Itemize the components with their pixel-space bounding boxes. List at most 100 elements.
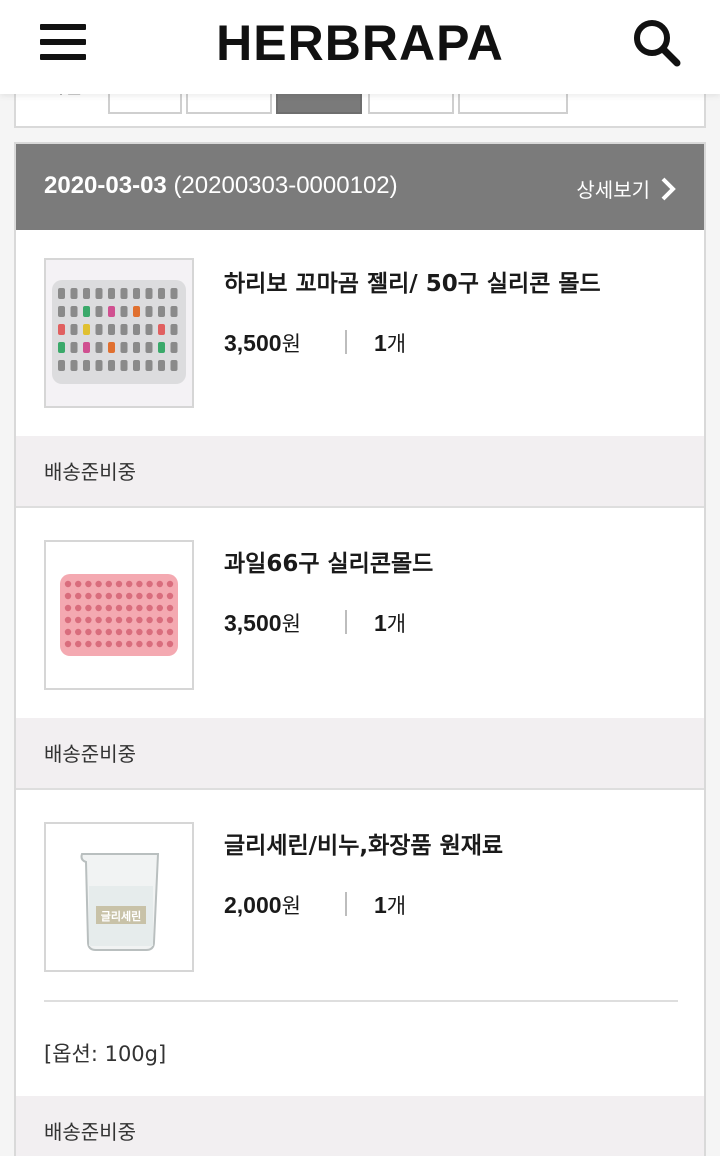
search-icon[interactable]: [630, 16, 684, 70]
fruit-cavity: [64, 640, 72, 648]
bear-cavity: [95, 342, 103, 353]
bear-cavity: [108, 306, 115, 317]
fruit-cavity: [136, 616, 143, 624]
bear-cavity: [120, 324, 128, 335]
bear-cavity: [83, 342, 90, 353]
order-header: 2020-03-03 (20200303-0000102) 상세보기: [16, 144, 704, 230]
bear-cavity: [120, 360, 128, 371]
fruit-cavity: [136, 640, 143, 648]
fruit-cavity: [146, 616, 153, 624]
fruit-cavity: [85, 628, 92, 636]
order-number: (20200303-0000102): [173, 172, 398, 199]
fruit-cavity: [75, 580, 82, 588]
product-name[interactable]: 하리보 꼬마곰 젤리/ 50구 실리콘 몰드: [224, 264, 601, 298]
bear-cavity: [95, 324, 103, 335]
product-qty: 1개: [374, 610, 407, 636]
fruit-cavity: [136, 580, 143, 588]
fruit-cavity: [85, 604, 92, 612]
order-detail-button[interactable]: 상세보기: [576, 174, 676, 203]
bear-cavity: [83, 306, 90, 317]
fruit-cavity: [136, 604, 143, 612]
bear-cavity: [158, 342, 165, 353]
bear-cavity: [158, 360, 165, 371]
delivery-status: 배송준비중: [16, 436, 704, 508]
fruit-cavity: [115, 604, 123, 612]
bear-cavity: [70, 324, 78, 335]
fruit-cavity: [115, 640, 123, 648]
product-price: 3,500원: [224, 330, 301, 356]
bear-cavity: [158, 306, 165, 317]
fruit-cavity: [64, 628, 72, 636]
bear-cavity: [170, 360, 178, 371]
bear-cavity: [108, 342, 115, 353]
order-detail-label: 상세보기: [576, 178, 650, 202]
bear-cavity: [70, 306, 78, 317]
fruit-cavity: [126, 604, 133, 612]
bear-cavity: [133, 360, 140, 371]
chevron-right-icon: [661, 177, 676, 200]
bear-cavity: [170, 306, 178, 317]
fruit-cavity: [64, 604, 72, 612]
product-image[interactable]: 글리세린: [44, 822, 194, 972]
fruit-cavity: [166, 592, 174, 600]
fruit-cavity: [156, 604, 163, 612]
product-name[interactable]: 글리세린/비누,화장품 원재료: [224, 826, 503, 860]
fruit-cavity: [75, 592, 82, 600]
fruit-cavity: [75, 616, 82, 624]
fruit-cavity: [115, 628, 123, 636]
site-logo[interactable]: HERBRAPA: [0, 14, 720, 72]
product-name[interactable]: 과일66구 실리콘몰드: [224, 544, 433, 578]
fruit-cavity: [156, 592, 163, 600]
fruit-cavity: [105, 604, 112, 612]
bear-cavity: [83, 288, 90, 299]
divider: [345, 610, 347, 634]
fruit-cavity: [126, 616, 133, 624]
fruit-cavity: [156, 580, 163, 588]
fruit-cavity: [126, 580, 133, 588]
gummy-bear-mold-image: [46, 260, 192, 406]
product-image[interactable]: [44, 258, 194, 408]
fruit-cavity: [146, 640, 153, 648]
bear-cavity: [133, 324, 140, 335]
bear-cavity: [158, 324, 165, 335]
fruit-cavity: [64, 592, 72, 600]
fruit-cavity: [126, 628, 133, 636]
divider: [345, 330, 347, 354]
fruit-cavity: [156, 628, 163, 636]
delivery-status: 배송준비중: [16, 718, 704, 790]
fruit-cavity: [166, 580, 174, 588]
fruit-cavity: [115, 616, 123, 624]
bear-cavity: [145, 342, 153, 353]
fruit-cavity: [146, 628, 153, 636]
order-date-number: 2020-03-03 (20200303-0000102): [44, 172, 398, 200]
bear-cavity: [95, 288, 103, 299]
fruit-cavity: [75, 604, 82, 612]
bear-cavity: [70, 288, 78, 299]
bear-cavity: [120, 288, 128, 299]
bear-cavity: [95, 306, 103, 317]
fruit-cavity: [85, 616, 92, 624]
fruit-cavity: [85, 592, 92, 600]
fruit-cavity: [156, 616, 163, 624]
fruit-cavity: [166, 604, 174, 612]
fruit-cavity: [95, 628, 102, 636]
bear-cavity: [170, 342, 178, 353]
bear-cavity: [108, 324, 115, 335]
bear-cavity: [83, 324, 90, 335]
bear-cavity: [58, 306, 65, 317]
bear-cavity: [170, 288, 178, 299]
product-image[interactable]: [44, 540, 194, 690]
order-date: 2020-03-03: [44, 172, 167, 199]
bear-cavity: [108, 288, 115, 299]
fruit-cavity: [75, 640, 82, 648]
product-price: 3,500원: [224, 610, 301, 636]
order-card: 2020-03-03 (20200303-0000102) 상세보기 하리보 꼬…: [14, 142, 706, 1156]
fruit-cavity: [156, 640, 163, 648]
fruit-cavity: [126, 640, 133, 648]
fruit-cavity: [126, 592, 133, 600]
fruit-cavity: [136, 592, 143, 600]
fruit-cavity: [115, 592, 123, 600]
fruit-cavity: [136, 628, 143, 636]
bear-cavity: [120, 342, 128, 353]
fruit-cavity: [105, 628, 112, 636]
